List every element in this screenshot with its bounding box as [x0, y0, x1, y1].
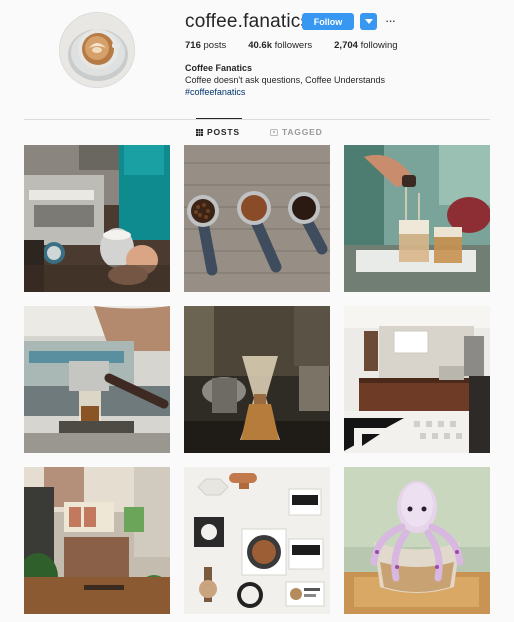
profile-bio: Coffee Fanatics Coffee doesn't ask quest… — [185, 62, 385, 98]
post-tile-pour-over[interactable] — [344, 145, 490, 292]
posts-label: posts — [203, 40, 227, 51]
posts-stat[interactable]: 716 posts — [185, 40, 226, 52]
post-tile-portafilters[interactable] — [184, 145, 330, 292]
post-tile-octopus-cup[interactable] — [344, 467, 490, 614]
followers-stat[interactable]: 40.6k followers — [248, 40, 312, 52]
follow-button[interactable]: Follow — [302, 13, 354, 30]
posts-grid — [24, 145, 490, 614]
posts-count: 716 — [185, 40, 201, 51]
profile-stats: 716 posts 40.6k followers 2,704 followin… — [185, 40, 398, 52]
followers-count: 40.6k — [248, 40, 272, 51]
post-tile-espresso-extraction[interactable] — [24, 306, 170, 453]
tag-icon — [270, 128, 278, 136]
tab-tagged[interactable]: TAGGED — [270, 127, 323, 137]
following-stat[interactable]: 2,704 following — [334, 40, 397, 52]
following-count: 2,704 — [334, 40, 358, 51]
post-tile-coffee-shop[interactable] — [344, 306, 490, 453]
profile-bio-text: Coffee doesn't ask questions, Coffee Und… — [185, 75, 386, 85]
tab-posts[interactable]: POSTS — [196, 127, 240, 137]
following-label: following — [360, 40, 398, 51]
tab-posts-label: POSTS — [207, 127, 240, 137]
profile-hashtag-link[interactable]: #coffeefanatics — [185, 86, 385, 98]
post-tile-loft-cafe[interactable] — [24, 467, 170, 614]
profile-avatar[interactable] — [59, 12, 135, 88]
more-options-button[interactable]: ··· — [383, 12, 397, 29]
suggestions-dropdown-button[interactable] — [360, 13, 377, 30]
chevron-down-icon — [364, 18, 373, 24]
tabs-divider — [24, 119, 490, 120]
active-tab-indicator — [196, 118, 242, 119]
post-tile-espresso-machine[interactable] — [24, 145, 170, 292]
tab-tagged-label: TAGGED — [282, 127, 323, 137]
profile-full-name: Coffee Fanatics — [185, 63, 253, 73]
followers-label: followers — [274, 40, 313, 51]
post-tile-coffee-flatlay[interactable] — [184, 467, 330, 614]
profile-username: coffee.fanatics — [185, 11, 311, 32]
post-tile-chemex[interactable] — [184, 306, 330, 453]
grid-icon — [196, 128, 203, 136]
